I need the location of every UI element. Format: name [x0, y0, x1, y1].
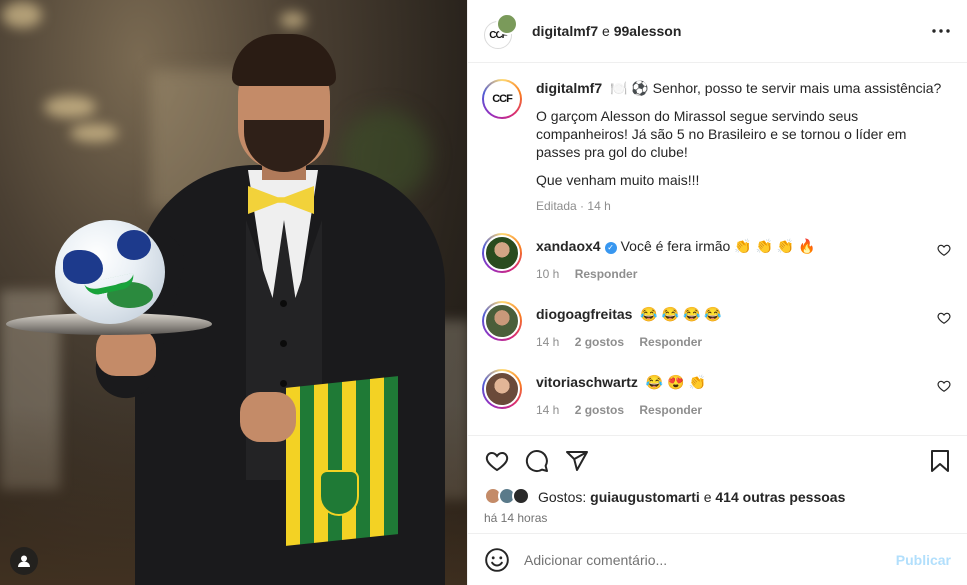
caption-text: O garçom Alesson do Mirassol segue servi… — [536, 108, 907, 160]
authors-connector: e — [602, 23, 610, 39]
comment: vitoriaschwartz 😂 😍 👏 14 h 2 gostos Resp… — [482, 369, 951, 417]
post-sidebar: CCF digitalmf7 e 99alesson CCF digitalmf… — [467, 0, 967, 585]
comment: xandaox4 ✓ Você é fera irmão 👏 👏 👏 🔥 10 h … — [482, 233, 951, 281]
verified-badge-icon: ✓ — [604, 242, 617, 254]
comment: diogoagfreitas 😂 😂 😂 😂 14 h 2 gostos Res… — [482, 301, 951, 349]
publish-button[interactable]: Publicar — [896, 552, 951, 568]
comment-text: Você é fera irmão 👏 👏 👏 🔥 — [620, 238, 816, 254]
comment-time[interactable]: 14 h — [536, 335, 559, 349]
first-liker[interactable]: guiaugustomarti — [590, 489, 700, 505]
comment-heart-icon[interactable] — [937, 379, 951, 393]
caption-time[interactable]: 14 h — [587, 199, 610, 213]
comment-time[interactable]: 14 h — [536, 403, 559, 417]
other-likers[interactable]: 414 outras pessoas — [715, 489, 845, 505]
caption-username[interactable]: digitalmf7 — [536, 80, 602, 96]
comment-time[interactable]: 10 h — [536, 267, 559, 281]
post-image[interactable] — [0, 0, 467, 585]
post-authors: digitalmf7 e 99alesson — [532, 23, 681, 39]
reply-button[interactable]: Responder — [639, 403, 702, 417]
likes-prefix: Gostos: — [538, 489, 587, 505]
post-actions — [468, 435, 967, 485]
comment-text: 😂 😂 😂 😂 — [640, 306, 722, 322]
avatar[interactable] — [496, 13, 518, 35]
author-link[interactable]: digitalmf7 — [532, 23, 598, 39]
add-comment-bar: Publicar — [468, 533, 967, 585]
user-tag-icon[interactable] — [10, 547, 38, 575]
avatar[interactable] — [482, 301, 522, 341]
comment-username[interactable]: vitoriaschwartz — [536, 374, 638, 390]
ceiling-light — [280, 12, 306, 28]
comment-icon[interactable] — [524, 448, 550, 474]
collab-avatars[interactable]: CCF — [484, 13, 520, 49]
post-timestamp[interactable]: há 14 horas — [468, 509, 967, 533]
vest-button — [280, 380, 287, 387]
comment-likes[interactable]: 2 gostos — [575, 335, 624, 349]
waiter-hand — [96, 328, 156, 376]
comments-section[interactable]: CCF digitalmf7 🍽️ ⚽ Senhor, posso te ser… — [468, 63, 967, 435]
caption-text: 🍽️ ⚽ Senhor, posso te servir mais uma as… — [610, 80, 942, 96]
coauthor-link[interactable]: 99alesson — [614, 23, 682, 39]
vest-button — [280, 300, 287, 307]
avatar[interactable] — [482, 233, 522, 273]
waiter-hand — [240, 392, 296, 442]
background-light — [44, 96, 96, 118]
caption-meta: Editada · 14 h — [536, 199, 611, 213]
likes-summary: Gostos: guiaugustomarti e 414 outras pes… — [468, 485, 967, 509]
more-options-icon[interactable] — [929, 19, 953, 43]
comment-username[interactable]: xandaox4 — [536, 238, 601, 254]
like-heart-icon[interactable] — [484, 448, 510, 474]
mirassol-towel — [286, 376, 398, 546]
share-icon[interactable] — [564, 448, 590, 474]
reply-button[interactable]: Responder — [639, 335, 702, 349]
save-bookmark-icon[interactable] — [927, 448, 953, 474]
comment-text: 😂 😍 👏 — [645, 374, 706, 390]
post-header: CCF digitalmf7 e 99alesson — [468, 0, 967, 63]
background-light — [70, 124, 118, 142]
comment-input[interactable] — [524, 551, 886, 568]
soccer-ball — [55, 220, 165, 324]
reply-button[interactable]: Responder — [575, 267, 638, 281]
emoji-icon[interactable] — [484, 547, 510, 573]
comment-likes[interactable]: 2 gostos — [575, 403, 624, 417]
avatar[interactable]: CCF — [482, 79, 522, 119]
comment-username[interactable]: diogoagfreitas — [536, 306, 632, 322]
caption: CCF digitalmf7 🍽️ ⚽ Senhor, posso te ser… — [482, 79, 951, 213]
chandelier-light — [2, 2, 42, 28]
comment-heart-icon[interactable] — [937, 311, 951, 325]
liker-avatars[interactable] — [484, 487, 536, 507]
vest-button — [280, 340, 287, 347]
post-dialog: CCF digitalmf7 e 99alesson CCF digitalmf… — [0, 0, 967, 585]
mirassol-crest — [319, 470, 359, 516]
caption-text: Que venham muito mais!!! — [536, 172, 700, 188]
waiter-hair — [232, 34, 336, 86]
comment-heart-icon[interactable] — [937, 243, 951, 257]
likes-connector: e — [703, 489, 712, 505]
avatar[interactable] — [482, 369, 522, 409]
edited-label: Editada — [536, 199, 577, 213]
